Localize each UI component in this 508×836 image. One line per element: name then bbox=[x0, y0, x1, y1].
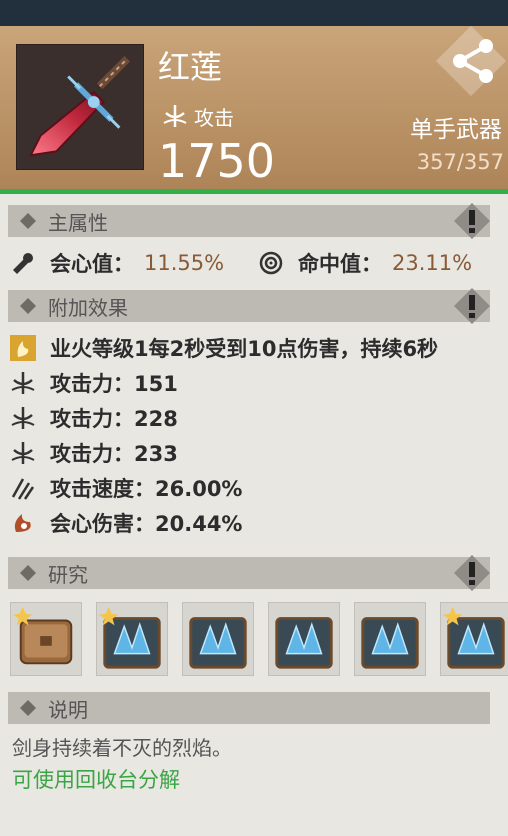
attack-icon bbox=[11, 372, 35, 394]
blue-crystal-book-icon bbox=[361, 617, 419, 669]
section-research: 研究 bbox=[8, 555, 490, 591]
attack-label: 攻击 bbox=[162, 100, 234, 132]
crit-damage-icon bbox=[14, 514, 31, 532]
description-text: 剑身持续着不灭的烈焰。 bbox=[12, 736, 232, 760]
diamond-icon bbox=[20, 565, 36, 581]
info-icon[interactable] bbox=[452, 553, 492, 593]
research-slot[interactable] bbox=[268, 602, 340, 676]
diamond-icon bbox=[20, 298, 36, 314]
crit-icon bbox=[13, 253, 33, 274]
effect-text: 攻击力：233 bbox=[50, 442, 178, 466]
crit-label: 会心值： bbox=[50, 252, 134, 276]
recycle-hint: 可使用回收台分解 bbox=[12, 768, 180, 792]
diamond-icon bbox=[20, 213, 36, 229]
research-slot[interactable] bbox=[354, 602, 426, 676]
accuracy-label: 命中值： bbox=[298, 252, 382, 276]
research-slot[interactable] bbox=[10, 602, 82, 676]
effect-text: 会心伤害：20.44% bbox=[50, 512, 243, 536]
effect-text: 业火等级1每2秒受到10点伤害，持续6秒 bbox=[50, 337, 439, 361]
section-title: 主属性 bbox=[48, 210, 108, 235]
item-name: 红莲 bbox=[158, 48, 223, 86]
header-divider bbox=[0, 189, 508, 194]
weapon-type: 单手武器 bbox=[410, 117, 502, 143]
section-title: 附加效果 bbox=[48, 295, 128, 320]
effect-line: 会心伤害：20.44% bbox=[10, 506, 242, 540]
research-slots bbox=[10, 602, 508, 682]
effect-line: 攻击速度：26.00% bbox=[10, 471, 242, 505]
hellfire-icon bbox=[10, 335, 36, 361]
main-attribute-accuracy: 命中值： 23.11% bbox=[258, 246, 472, 280]
attack-speed-icon bbox=[11, 478, 35, 500]
blue-crystal-book-icon bbox=[189, 617, 247, 669]
effect-line: 攻击力：151 bbox=[10, 366, 178, 400]
blue-crystal-book-icon bbox=[98, 606, 161, 669]
accuracy-value: 23.11% bbox=[392, 251, 473, 275]
durability: 357/357 bbox=[416, 150, 504, 174]
section-description: 说明 bbox=[8, 692, 490, 724]
effect-line: 攻击力：233 bbox=[10, 436, 178, 470]
section-main-attributes: 主属性 bbox=[8, 203, 490, 239]
diamond-icon bbox=[20, 700, 36, 716]
accuracy-icon bbox=[259, 251, 283, 275]
weapon-image bbox=[16, 44, 144, 170]
research-slot[interactable] bbox=[182, 602, 254, 676]
effect-text: 攻击力：151 bbox=[50, 372, 178, 396]
crimson-dagger-icon bbox=[29, 55, 131, 157]
top-status-bar bbox=[0, 0, 508, 26]
attack-value: 1750 bbox=[158, 134, 276, 188]
attack-label-text: 攻击 bbox=[194, 105, 234, 130]
info-icon[interactable] bbox=[452, 201, 492, 241]
effect-text: 攻击速度：26.00% bbox=[50, 477, 243, 501]
effect-text: 攻击力：228 bbox=[50, 407, 178, 431]
attack-icon bbox=[11, 442, 35, 464]
blue-crystal-book-icon bbox=[442, 606, 505, 669]
blue-crystal-book-icon bbox=[275, 617, 333, 669]
section-title: 研究 bbox=[48, 562, 88, 587]
main-attribute-crit: 会心值： 11.55% bbox=[10, 246, 224, 280]
attack-icon bbox=[163, 105, 187, 127]
effect-line: 业火等级1每2秒受到10点伤害，持续6秒 bbox=[10, 331, 438, 365]
research-slot[interactable] bbox=[96, 602, 168, 676]
research-slot[interactable] bbox=[440, 602, 508, 676]
info-icon[interactable] bbox=[452, 286, 492, 326]
crit-value: 11.55% bbox=[144, 251, 225, 275]
effect-line: 攻击力：228 bbox=[10, 401, 178, 435]
leather-book-icon bbox=[12, 606, 73, 665]
share-icon[interactable] bbox=[446, 34, 502, 86]
section-title: 说明 bbox=[48, 697, 88, 722]
attack-icon bbox=[11, 407, 35, 429]
section-extra-effects: 附加效果 bbox=[8, 288, 490, 324]
